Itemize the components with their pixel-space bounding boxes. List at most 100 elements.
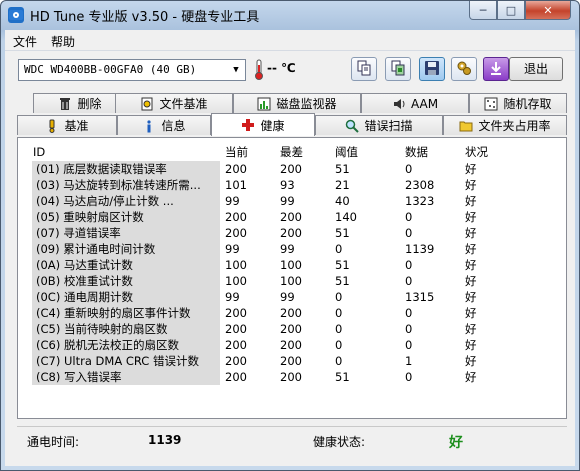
table-row[interactable]: (0B) 校准重试计数 100 100 51 0 好	[21, 273, 564, 289]
data-value: 0	[405, 274, 413, 288]
tab-error-scan[interactable]: 错误扫描	[315, 115, 443, 135]
drive-select[interactable]: WDC WD400BB-00GFA0 (40 GB) ▼	[18, 59, 246, 81]
table-row[interactable]: (C5) 当前待映射的扇区数 200 200 0 0 好	[21, 321, 564, 337]
attribute-name-cell: (C6) 脱机无法校正的扇区数	[32, 337, 220, 353]
attribute-name: 马达启动/停止计数 ...	[63, 194, 174, 208]
tab-health[interactable]: 健康	[211, 113, 315, 136]
error-scan-icon	[345, 119, 360, 133]
table-row[interactable]: (07) 寻道错误率 200 200 51 0 好	[21, 225, 564, 241]
disk-monitor-icon	[257, 97, 271, 111]
tab-erase[interactable]: 删除	[33, 93, 127, 113]
table-row[interactable]: (01) 底层数据读取错误率 200 200 51 0 好	[21, 161, 564, 177]
options-button[interactable]	[451, 57, 477, 81]
data-value: 0	[405, 338, 413, 352]
tab-info[interactable]: 信息	[117, 115, 211, 135]
status-value: 好	[465, 322, 477, 336]
worst-value: 99	[280, 194, 295, 208]
attribute-name-cell: (05) 重映射扇区计数	[32, 209, 220, 225]
tab-benchmark[interactable]: 基准	[17, 115, 117, 135]
tab-benchmark-label: 基准	[64, 119, 89, 133]
table-row[interactable]: (04) 马达启动/停止计数 ... 99 99 40 1323 好	[21, 193, 564, 209]
threshold-value: 0	[335, 290, 343, 304]
health-cross-icon	[241, 118, 255, 132]
table-row[interactable]: (03) 马达旋转到标准转速所需... 101 93 21 2308 好	[21, 177, 564, 193]
status-value: 好	[465, 226, 477, 240]
minimize-icon: ─	[479, 3, 487, 17]
table-row[interactable]: (09) 累计通电时间计数 99 99 0 1139 好	[21, 241, 564, 257]
speaker-icon	[392, 97, 406, 111]
threshold-value: 21	[335, 178, 350, 192]
attribute-id: (07)	[36, 226, 60, 240]
copy-screenshot-icon	[390, 60, 406, 79]
worst-value: 200	[280, 322, 302, 336]
attribute-name-cell: (0B) 校准重试计数	[32, 273, 220, 289]
table-row[interactable]: (C7) Ultra DMA CRC 错误计数 200 200 0 1 好	[21, 353, 564, 369]
drive-select-value: WDC WD400BB-00GFA0 (40 GB)	[24, 63, 197, 76]
status-value: 好	[465, 162, 477, 176]
threshold-value: 0	[335, 354, 343, 368]
tab-info-label: 信息	[161, 119, 186, 133]
attribute-id: (C4)	[36, 306, 61, 320]
menu-file[interactable]: 文件	[13, 33, 37, 50]
data-value: 1323	[405, 194, 435, 208]
minimize-button[interactable]: ─	[469, 1, 497, 20]
attribute-name: 累计通电时间计数	[63, 242, 156, 256]
close-button[interactable]: ✕	[525, 1, 571, 20]
status-value: 好	[465, 290, 477, 304]
power-on-label: 通电时间:	[27, 435, 80, 449]
tab-file-benchmark[interactable]: 文件基准	[115, 93, 233, 113]
maximize-icon: □	[505, 3, 517, 17]
current-value: 200	[225, 210, 247, 224]
attribute-name-cell: (0C) 通电周期计数	[32, 289, 220, 305]
table-row[interactable]: (C4) 重新映射的扇区事件计数 200 200 0 0 好	[21, 305, 564, 321]
folder-usage-icon	[459, 119, 473, 133]
attribute-id: (01)	[36, 162, 60, 176]
temperature-readout: -- ℃	[267, 61, 296, 75]
current-value: 200	[225, 354, 247, 368]
table-row[interactable]: (C8) 写入错误率 200 200 51 0 好	[21, 369, 564, 385]
table-row[interactable]: (05) 重映射扇区计数 200 200 140 0 好	[21, 209, 564, 225]
menu-help[interactable]: 帮助	[51, 33, 75, 50]
attribute-id: (C6)	[36, 338, 61, 352]
attribute-name: 重新映射的扇区事件计数	[63, 306, 191, 320]
threshold-value: 40	[335, 194, 350, 208]
attribute-name-cell: (04) 马达启动/停止计数 ...	[32, 193, 220, 209]
table-row[interactable]: (0A) 马达重试计数 100 100 51 0 好	[21, 257, 564, 273]
attribute-name-cell: (C5) 当前待映射的扇区数	[32, 321, 220, 337]
threshold-value: 51	[335, 274, 350, 288]
maximize-button[interactable]: □	[497, 1, 525, 20]
tab-disk-monitor[interactable]: 磁盘监视器	[233, 93, 361, 113]
current-value: 100	[225, 258, 247, 272]
status-value: 好	[465, 354, 477, 368]
thermometer-icon	[253, 59, 265, 81]
data-value: 0	[405, 258, 413, 272]
title-bar[interactable]: HD Tune 专业版 v3.50 - 硬盘专业工具 ─ □ ✕	[1, 1, 579, 29]
tab-disk-monitor-label: 磁盘监视器	[276, 97, 337, 111]
table-row[interactable]: (C6) 脱机无法校正的扇区数 200 200 0 0 好	[21, 337, 564, 353]
threshold-value: 140	[335, 210, 357, 224]
tab-random-access-label: 随机存取	[503, 97, 552, 111]
exit-button[interactable]: 退出	[509, 57, 563, 81]
data-value: 1315	[405, 290, 435, 304]
data-value: 0	[405, 370, 413, 384]
status-value: 好	[465, 306, 477, 320]
save-button[interactable]	[419, 57, 445, 81]
download-button[interactable]	[483, 57, 509, 81]
smart-table-header: ID 当前 最差 阈值 数据 状况	[21, 144, 564, 160]
current-value: 200	[225, 226, 247, 240]
tab-aam[interactable]: AAM	[361, 93, 469, 113]
table-row[interactable]: (0C) 通电周期计数 99 99 0 1315 好	[21, 289, 564, 305]
attribute-id: (C5)	[36, 322, 61, 336]
data-value: 1139	[405, 242, 435, 256]
worst-value: 200	[280, 162, 302, 176]
data-value: 0	[405, 210, 413, 224]
header-threshold: 阈值	[335, 145, 358, 159]
hd-tune-app-icon	[8, 7, 24, 23]
attribute-name: 当前待映射的扇区数	[63, 322, 168, 336]
tab-random-access[interactable]: 随机存取	[469, 93, 567, 113]
copy-info-button[interactable]	[351, 57, 377, 81]
tab-error-scan-label: 错误扫描	[364, 119, 413, 133]
copy-screenshot-button[interactable]	[385, 57, 411, 81]
attribute-name: 通电周期计数	[63, 290, 133, 304]
tab-folder-usage[interactable]: 文件夹占用率	[443, 115, 567, 135]
